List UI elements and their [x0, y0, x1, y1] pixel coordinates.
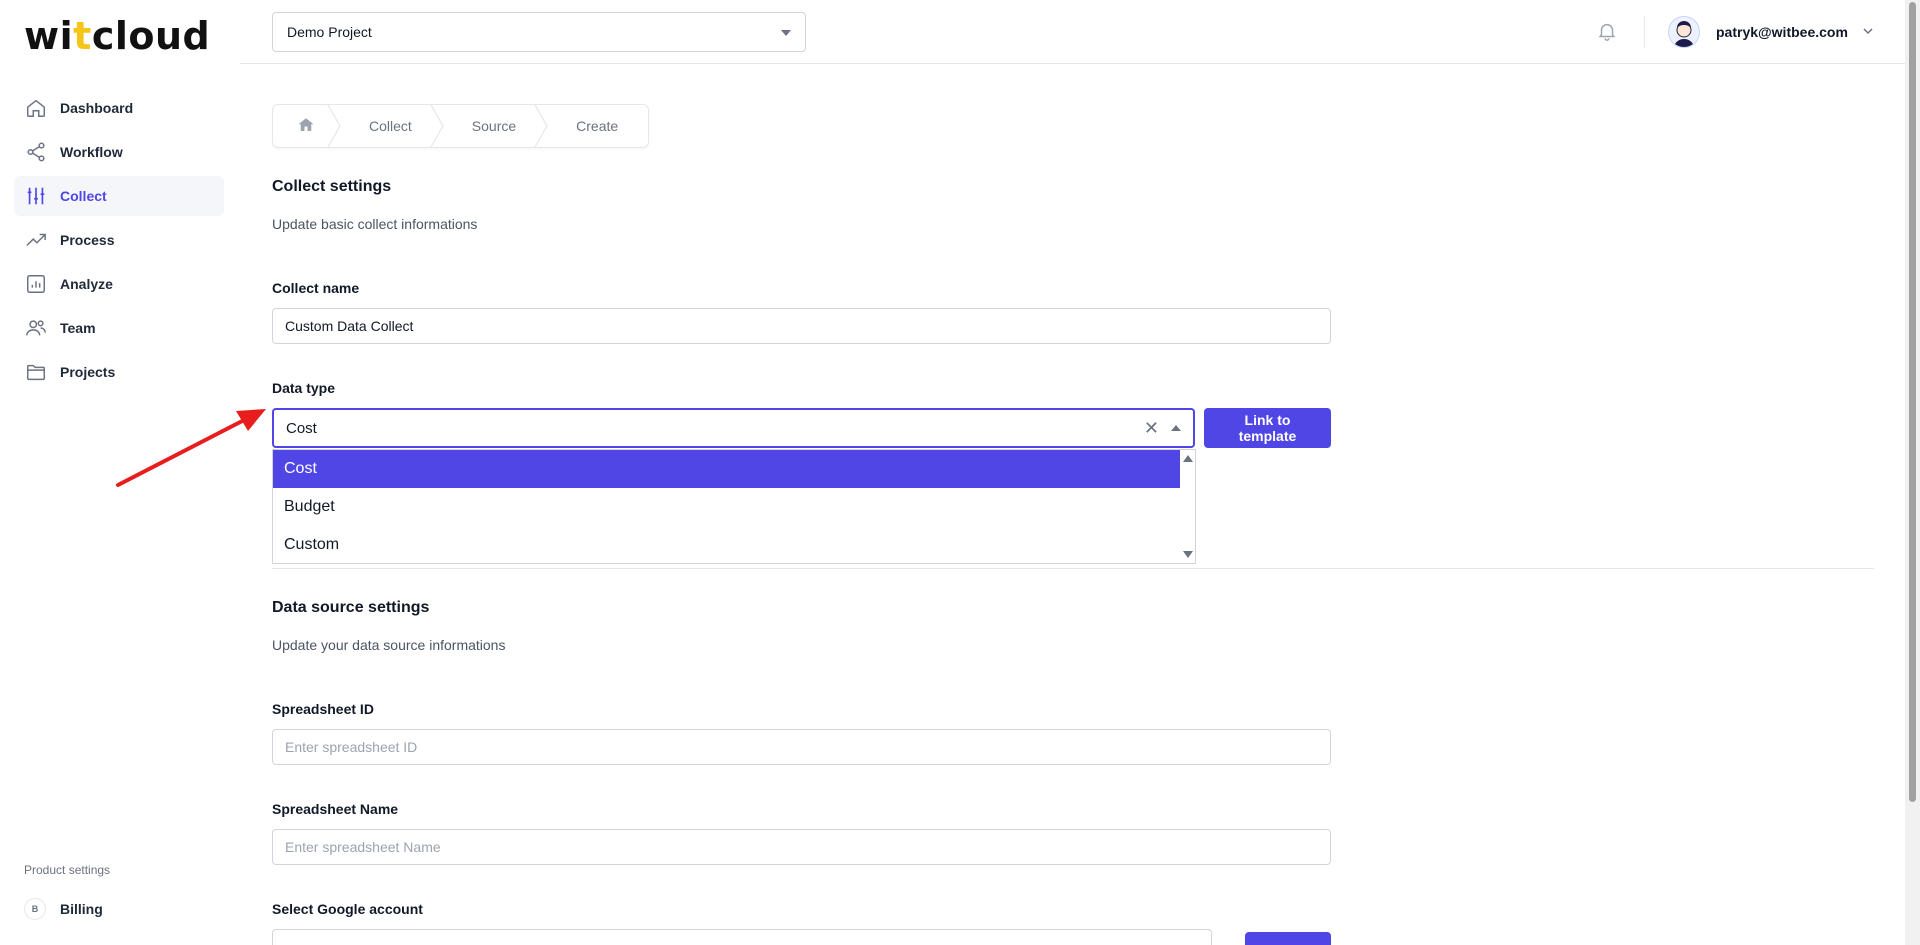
data-type-option-custom[interactable]: Custom — [273, 526, 1181, 564]
project-select-value: Demo Project — [287, 24, 372, 40]
home-icon — [297, 116, 315, 137]
folder-icon — [24, 360, 48, 384]
page-scrollbar-thumb[interactable] — [1909, 2, 1916, 802]
scroll-down-icon[interactable] — [1183, 551, 1193, 558]
data-type-label: Data type — [272, 380, 336, 396]
google-account-label: Select Google account — [272, 901, 423, 917]
chevron-down-icon — [1862, 24, 1874, 40]
data-type-value: Cost — [286, 419, 317, 437]
topbar-divider — [1644, 16, 1645, 48]
breadcrumb-label: Source — [471, 118, 517, 134]
sidebar-item-projects[interactable]: Projects — [14, 352, 224, 392]
breadcrumb-source[interactable]: Source — [442, 105, 548, 147]
spreadsheet-name-input[interactable] — [272, 829, 1331, 865]
spreadsheet-id-input[interactable] — [272, 729, 1331, 765]
scroll-up-icon[interactable] — [1183, 455, 1193, 462]
project-select[interactable]: Demo Project — [272, 12, 806, 52]
bell-icon[interactable] — [1596, 20, 1620, 44]
sidebar-item-billing[interactable]: B Billing — [24, 898, 103, 920]
breadcrumb-home[interactable] — [273, 105, 341, 147]
collect-settings-description: Update basic collect informations — [272, 216, 478, 232]
user-email: patryk@witbee.com — [1716, 24, 1848, 40]
sidebar-nav: Dashboard Workflow Collect Process Analy… — [14, 88, 224, 396]
avatar — [1668, 16, 1700, 48]
breadcrumb-collect[interactable]: Collect — [339, 105, 444, 147]
sidebar-item-collect[interactable]: Collect — [14, 176, 224, 216]
google-account-action-button[interactable] — [1245, 932, 1331, 945]
sidebar-item-team[interactable]: Team — [14, 308, 224, 348]
data-type-option-budget[interactable]: Budget — [273, 488, 1181, 526]
logo-text-dot: t — [73, 14, 92, 58]
breadcrumb-label: Create — [576, 118, 619, 134]
breadcrumb: Collect Source Create — [272, 104, 650, 148]
collect-settings-title: Collect settings — [272, 178, 392, 195]
spreadsheet-name-label: Spreadsheet Name — [272, 801, 399, 817]
caret-up-icon[interactable] — [1171, 425, 1181, 431]
sidebar-item-analyze[interactable]: Analyze — [14, 264, 224, 304]
page-scrollbar[interactable] — [1905, 0, 1920, 945]
sidebar-item-label: Projects — [60, 364, 116, 380]
spreadsheet-id-label: Spreadsheet ID — [272, 701, 374, 717]
section-divider — [272, 568, 1874, 569]
sidebar-item-label: Dashboard — [60, 100, 134, 116]
breadcrumb-label: Collect — [369, 118, 412, 134]
sidebar-item-label: Billing — [60, 901, 103, 917]
trending-up-icon — [24, 228, 48, 252]
clear-icon[interactable]: ✕ — [1144, 419, 1159, 437]
data-type-option-cost[interactable]: Cost — [273, 450, 1181, 488]
sidebar-item-label: Process — [60, 232, 115, 248]
user-menu[interactable]: patryk@witbee.com — [1668, 16, 1874, 48]
sidebar-item-label: Workflow — [60, 144, 123, 160]
sidebar-item-workflow[interactable]: Workflow — [14, 132, 224, 172]
sidebar-item-label: Analyze — [60, 276, 113, 292]
sidebar-item-label: Collect — [60, 188, 107, 204]
topbar: Demo Project patryk@witbee.com — [240, 0, 1905, 64]
bar-chart-icon — [24, 272, 48, 296]
share-icon — [24, 140, 48, 164]
link-to-template-button[interactable]: Link to template — [1204, 408, 1331, 448]
logo-text-start: wi — [24, 14, 74, 58]
sidebar-item-dashboard[interactable]: Dashboard — [14, 88, 224, 128]
data-type-dropdown: Cost Budget Custom — [272, 449, 1196, 564]
dropdown-scrollbar[interactable] — [1180, 450, 1195, 563]
home-icon — [24, 96, 48, 120]
data-source-title: Data source settings — [272, 599, 430, 616]
collect-name-input[interactable] — [272, 308, 1331, 344]
annotation-arrow-icon — [116, 409, 266, 487]
collect-name-label: Collect name — [272, 280, 360, 296]
product-settings-label: Product settings — [24, 863, 111, 877]
logo[interactable]: witcloud — [24, 14, 210, 58]
billing-badge: B — [24, 898, 46, 920]
users-icon — [24, 316, 48, 340]
caret-down-icon — [781, 30, 791, 36]
google-account-select[interactable] — [272, 929, 1212, 945]
data-type-select[interactable]: Cost ✕ — [272, 408, 1195, 448]
breadcrumb-create[interactable]: Create — [546, 105, 648, 147]
sliders-icon — [24, 184, 48, 208]
logo-text-end: cloud — [91, 14, 211, 58]
data-source-description: Update your data source informations — [272, 637, 506, 653]
sidebar-item-label: Team — [60, 320, 96, 336]
app-root: witcloud Dashboard Workflow Collect Proc… — [0, 0, 1920, 945]
sidebar-item-process[interactable]: Process — [14, 220, 224, 260]
